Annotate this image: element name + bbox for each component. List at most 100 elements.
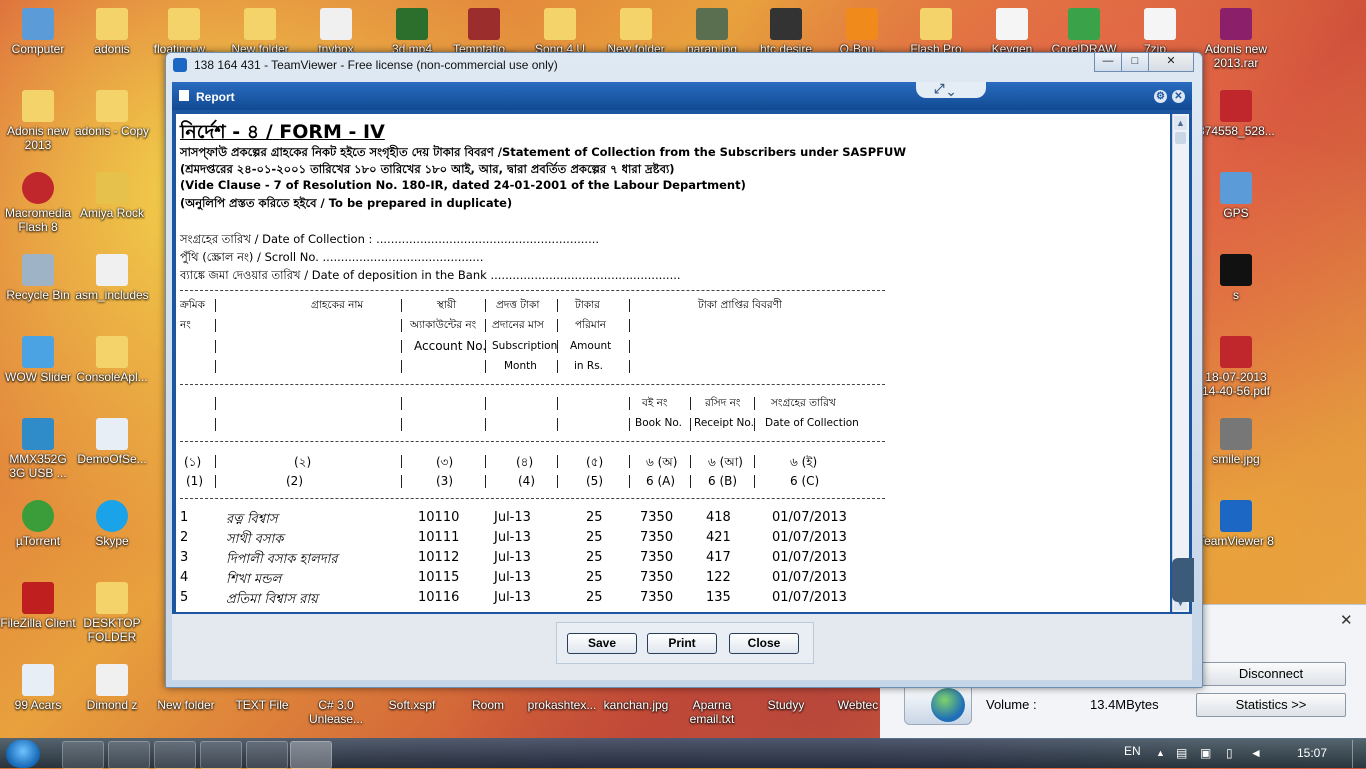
window-close-button[interactable]: ✕ [1148,53,1194,72]
taskbar-teamviewer-icon[interactable] [290,741,332,769]
header-receipt-details: টাকা প্রাপ্তির বিবরণী [698,299,782,311]
tray-device-icon[interactable]: ▣ [1200,746,1211,760]
desktop-icon-top-12[interactable]: Keygen [974,8,1050,56]
desktop-icon-bottom-6[interactable]: prokashtex... [524,698,600,712]
statistics-button[interactable]: Statistics >> [1196,693,1346,717]
desktop-icon-filezilla[interactable]: FileZilla Client [0,582,76,630]
desktop-icon-mmx[interactable]: MMX352G 3G USB ... [0,418,76,480]
desktop-icon-flash[interactable]: Macromedia Flash 8 [0,172,76,234]
desktop-icon-skype[interactable]: Skype [74,500,150,548]
close-button[interactable]: Close [729,633,799,654]
desktop-icon-recycle-bin[interactable]: Recycle Bin [0,254,76,302]
divider [180,498,885,499]
report-vertical-scrollbar[interactable]: ▲ ▼ [1172,114,1189,612]
scroll-thumb[interactable] [1175,132,1186,144]
connection-globe-icon [904,683,972,725]
report-settings-icon[interactable]: ⚙ [1154,90,1167,103]
tray-network-icon[interactable]: ▤ [1176,746,1187,760]
desktop-icon-top-6[interactable]: Song 4 U [522,8,598,56]
side-panel-close-button[interactable]: ✕ [1340,611,1353,629]
header-account: স্থায়ী [436,299,457,311]
disconnect-button[interactable]: Disconnect [1196,662,1346,686]
desktop-icon-bottom-2[interactable]: TEXT File [224,698,300,712]
desktop-icon-top-10[interactable]: Q-Bou... [824,8,900,56]
folder-icon [920,8,952,40]
language-indicator[interactable]: EN [1124,744,1141,758]
report-close-icon[interactable]: ✕ [1172,90,1185,103]
taskbar-vlc-icon[interactable] [200,741,242,769]
desktop-icon-consoleapl[interactable]: ConsoleApl... [74,336,150,384]
tray-battery-icon[interactable]: ▯ [1226,746,1233,760]
start-button[interactable] [6,740,40,768]
desktop-icon-bottom-7[interactable]: kanchan.jpg [598,698,674,712]
desktop-icon-amiya-rock[interactable]: Amiya Rock [74,172,150,220]
desktop-icon-wow-slider[interactable]: WOW Slider [0,336,76,384]
desktop-icon-bottom-3[interactable]: C# 3.0 Unlease... [298,698,374,726]
desktop-icon-desktop-folder[interactable]: DESKTOP FOLDER [74,582,150,644]
remote-toolbar-tab[interactable]: ⤢ ⌄ [916,82,986,98]
desktop-icon-bottom-8[interactable]: Aparna email.txt [674,698,750,726]
colnum-en-2: (2) [286,474,303,488]
desktop-icon-bottom-5[interactable]: Room [450,698,526,712]
image-icon [696,8,728,40]
header-collection-date-en: Date of Collection [765,417,859,429]
show-desktop-button[interactable] [1352,740,1365,768]
desktop-icon-top-1[interactable]: floating-w... [146,8,222,56]
coreldraw-icon [1068,8,1100,40]
divider [180,441,885,442]
folder-icon [168,8,200,40]
header-amount-2: পরিমান [575,319,607,331]
desktop-icon-teamviewer[interactable]: TeamViewer 8 [1198,500,1274,548]
desktop-icon-top-13[interactable]: CorelDRAW [1046,8,1122,56]
volume-label: Volume : [986,697,1037,712]
clock[interactable]: 15:07 [1297,746,1327,760]
desktop-icon-bottom-9[interactable]: Studyy [748,698,824,712]
desktop-icon-computer[interactable]: Computer [0,8,76,56]
taskbar-notepad-icon[interactable] [246,741,288,769]
desktop-icon-utorrent[interactable]: µTorrent [0,500,76,548]
recycle-bin-icon [22,254,54,286]
taskbar-ie-icon[interactable] [62,741,104,769]
desktop-icon-top-2[interactable]: New folder [222,8,298,56]
taskbar-chrome-icon[interactable] [108,741,150,769]
desktop-icon-top-15[interactable]: Adonis new 2013.rar [1198,8,1274,70]
desktop-icon-top-14[interactable]: 7zip... [1122,8,1198,56]
desktop-icon-s[interactable]: s [1198,254,1274,302]
desktop-icon-adonis-copy[interactable]: adonis - Copy [74,90,150,138]
colnum-en-3: (3) [436,474,453,488]
desktop-icon-top-9[interactable]: htc desire [748,8,824,56]
header-book-en: Book No. [635,417,682,429]
desktop-icon-asm-includes[interactable]: asm_includes [74,254,150,302]
desktop-icon-top-3[interactable]: tnvbox [298,8,374,56]
teamviewer-side-tab-icon[interactable] [1172,558,1194,602]
taskbar-explorer-icon[interactable] [154,741,196,769]
desktop-icon-top-8[interactable]: naran.jpg [674,8,750,56]
colnum-bn-5: (৫) [586,455,604,469]
desktop-icon-adonis[interactable]: adonis [74,8,150,56]
colnum-en-5: (5) [586,474,603,488]
minimize-button[interactable]: — [1094,53,1122,72]
scroll-up-icon[interactable]: ▲ [1174,116,1187,130]
desktop-icon-99-acars[interactable]: 99 Acars [0,664,76,712]
desktop-icon-right-1[interactable]: 374558_528... [1198,90,1275,138]
desktop-icon-adonis-new[interactable]: Adonis new 2013 [0,90,76,152]
save-button[interactable]: Save [567,633,637,654]
desktop-icon-bottom-4[interactable]: Soft.xspf [374,698,450,712]
desktop-icon-top-5[interactable]: Temptatio... [446,8,522,56]
colnum-bn-6a: ৬ (অ) [646,455,678,469]
desktop-icon-smile[interactable]: smile.jpg [1198,418,1274,466]
tray-volume-icon[interactable]: ◄ [1250,746,1262,760]
resolution-en-line: (Vide Clause - 7 of Resolution No. 180-I… [180,178,746,192]
tray-expand-icon[interactable]: ▲ [1156,748,1165,758]
desktop-icon-top-7[interactable]: New folder [598,8,674,56]
desktop-icon-pdf[interactable]: 18-07-2013 14-40-56.pdf [1198,336,1274,398]
desktop-icon-gps[interactable]: GPS [1198,172,1274,220]
desktop-icon-demoofse[interactable]: DemoOfSe... [74,418,150,466]
desktop-icon-dimond[interactable]: Dimond z [74,664,150,712]
desktop-icon-bottom-1[interactable]: New folder [148,698,224,712]
teamviewer-window-title: 138 164 431 - TeamViewer - Free license … [194,58,558,72]
maximize-button[interactable]: □ [1121,53,1149,72]
desktop-icon-top-4[interactable]: 3d.mp4 [374,8,450,56]
print-button[interactable]: Print [647,633,717,654]
flash-icon [22,172,54,204]
